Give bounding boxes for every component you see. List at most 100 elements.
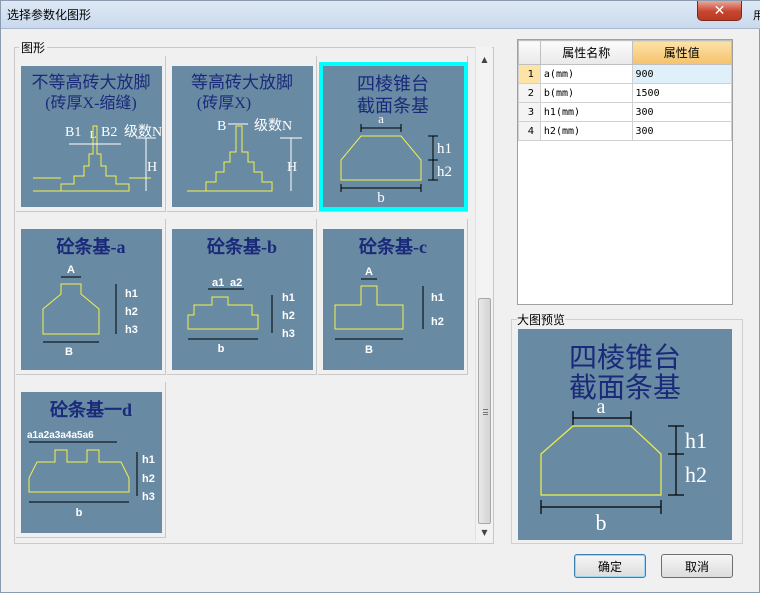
shape-thumb-pyramid-strip[interactable]: 四棱锥台 截面条基 a h1 h2 b	[319, 62, 468, 211]
dim-label: b	[76, 507, 83, 519]
property-row[interactable]: 4 h2(mm) 300	[518, 121, 733, 141]
dim-label: h2	[282, 310, 295, 322]
dim-label: b	[377, 190, 385, 206]
property-value-input[interactable]: 300	[631, 121, 733, 141]
preview-label: 大图预览	[517, 311, 566, 328]
param-shape-dialog: 选择参数化图形 ✕ 用 图形 不等高砖大放脚 (砖厚X-缩缝) B1 L B2 …	[0, 0, 760, 593]
dim-label: h1	[437, 141, 452, 157]
scroll-up-icon[interactable]: ▲	[476, 51, 493, 68]
row-number: 4	[518, 121, 541, 141]
row-number: 2	[518, 83, 541, 103]
property-value-header: 属性值	[631, 40, 733, 65]
dim-label: h2	[125, 306, 138, 318]
property-row[interactable]: 1 a(mm) 900	[518, 64, 733, 84]
shape-title-line: (砖厚X)	[197, 94, 251, 112]
dim-label: h2	[437, 164, 452, 180]
shape-cell-concrete-strip-d[interactable]: 砼条基一d a1a2a3a4a5a6 h1 h2 h3 b	[16, 382, 166, 538]
shape-gallery: 不等高砖大放脚 (砖厚X-缩缝) B1 L B2 级数N H 等高砖大放脚 (砖…	[16, 56, 475, 542]
preview-title-line: 截面条基	[569, 372, 681, 404]
dim-label: h1	[431, 292, 444, 304]
row-number: 1	[518, 64, 541, 84]
shape-cell-pyramid-strip[interactable]: 四棱锥台 截面条基 a h1 h2 b	[318, 56, 468, 212]
shape-title-line: 砼条基-a	[57, 236, 126, 257]
close-button[interactable]: ✕	[697, 1, 742, 21]
window-title: 选择参数化图形	[7, 8, 92, 22]
shape-cell-concrete-strip-a[interactable]: 砼条基-a A h1 h2 h3 B	[16, 219, 166, 375]
shape-cell-concrete-strip-b[interactable]: 砼条基-b a1 a2 h1 h2 h3 b	[167, 219, 317, 375]
dim-label: h3	[282, 328, 295, 340]
property-value-input[interactable]: 900	[631, 64, 733, 84]
ok-button[interactable]: 确定	[574, 554, 646, 578]
shape-cell-brick-footing-equal[interactable]: 等高砖大放脚 (砖厚X) B 级数N H	[167, 56, 317, 212]
property-row[interactable]: 3 h1(mm) 300	[518, 102, 733, 122]
shape-title-line: 砼条基一d	[50, 399, 132, 420]
property-name: h1(mm)	[539, 102, 633, 122]
title-bar[interactable]: 选择参数化图形 ✕	[1, 1, 760, 29]
dim-label: h2	[431, 316, 444, 328]
cancel-button[interactable]: 取消	[661, 554, 733, 578]
dim-label: B2	[101, 125, 117, 140]
large-preview-diagram: 四棱锥台 截面条基 a h1 h2 b	[540, 342, 707, 535]
shape-thumb-concrete-strip-b[interactable]: 砼条基-b a1 a2 h1 h2 h3 b	[172, 229, 313, 370]
scroll-down-icon[interactable]: ▼	[476, 524, 493, 541]
shape-cell-concrete-strip-c[interactable]: 砼条基-c A h1 h2 B	[318, 219, 468, 375]
dim-label: a1a2a3a4a5a6	[27, 430, 94, 441]
shape-title-line: 砼条基-b	[207, 236, 277, 257]
shape-title-line: (砖厚X-缩缝)	[45, 94, 137, 112]
property-name-header: 属性名称	[539, 40, 633, 65]
grip-icon	[483, 409, 488, 415]
shape-title-line: 截面条基	[357, 96, 429, 116]
dim-label: h1	[125, 288, 138, 300]
dim-label: A	[67, 264, 75, 276]
dim-label: H	[147, 160, 157, 175]
close-icon: ✕	[713, 2, 726, 19]
concrete-strip-b-diagram: 砼条基-b a1 a2 h1 h2 h3 b	[187, 236, 295, 355]
dim-label: B	[217, 119, 226, 134]
pyramid-strip-diagram: 四棱锥台 截面条基 a h1 h2 b	[340, 74, 452, 206]
shape-thumb-brick-footing-equal[interactable]: 等高砖大放脚 (砖厚X) B 级数N H	[172, 66, 313, 207]
property-value-input[interactable]: 1500	[631, 83, 733, 103]
brick-footing-unequal-diagram: 不等高砖大放脚 (砖厚X-缩缝) B1 L B2 级数N H	[32, 73, 162, 192]
preview-dim-label: b	[596, 510, 607, 535]
large-preview: 四棱锥台 截面条基 a h1 h2 b	[518, 329, 732, 540]
shape-thumb-concrete-strip-c[interactable]: 砼条基-c A h1 h2 B	[323, 229, 464, 370]
property-grid-header: 属性名称 属性值	[518, 40, 733, 65]
shape-title-line: 四棱锥台	[357, 74, 429, 94]
dim-label: h3	[125, 324, 138, 336]
property-grid[interactable]: 属性名称 属性值 1 a(mm) 900 2 b(mm) 1500 3 h1(m…	[517, 39, 733, 305]
concrete-strip-d-diagram: 砼条基一d a1a2a3a4a5a6 h1 h2 h3 b	[27, 399, 155, 519]
shape-thumb-concrete-strip-a[interactable]: 砼条基-a A h1 h2 h3 B	[21, 229, 162, 370]
brick-footing-equal-diagram: 等高砖大放脚 (砖厚X) B 级数N H	[187, 73, 302, 192]
dim-label: b	[218, 343, 225, 355]
property-name: b(mm)	[539, 83, 633, 103]
scrollbar-thumb[interactable]	[478, 298, 491, 524]
property-row[interactable]: 2 b(mm) 1500	[518, 83, 733, 103]
preview-title-line: 四棱锥台	[569, 342, 681, 374]
row-number: 3	[518, 102, 541, 122]
property-name: h2(mm)	[539, 121, 633, 141]
concrete-strip-a-diagram: 砼条基-a A h1 h2 h3 B	[42, 236, 138, 358]
dim-label: h2	[142, 473, 155, 485]
dim-label: B	[365, 344, 373, 356]
shape-cell-brick-footing-unequal[interactable]: 不等高砖大放脚 (砖厚X-缩缝) B1 L B2 级数N H	[16, 56, 166, 212]
dim-label: L	[90, 129, 97, 141]
dim-label: 级数N	[254, 118, 292, 134]
dim-label: B	[65, 346, 73, 358]
shape-thumb-concrete-strip-d[interactable]: 砼条基一d a1a2a3a4a5a6 h1 h2 h3 b	[21, 392, 162, 533]
gallery-scrollbar[interactable]: ▲ ▼	[475, 47, 492, 541]
preview-dim-label: h2	[685, 462, 707, 487]
shape-thumb-brick-footing-unequal[interactable]: 不等高砖大放脚 (砖厚X-缩缝) B1 L B2 级数N H	[21, 66, 162, 207]
dim-label: 级数N	[124, 124, 162, 140]
property-name: a(mm)	[539, 64, 633, 84]
property-value-input[interactable]: 300	[631, 102, 733, 122]
dim-label: H	[287, 160, 297, 175]
dim-label: A	[365, 266, 373, 278]
shape-title-line: 砼条基-c	[359, 236, 427, 257]
preview-dim-label: h1	[685, 428, 707, 453]
dim-label: a1	[212, 277, 224, 289]
dim-label: h1	[142, 454, 155, 466]
preview-dim-label: a	[597, 396, 606, 418]
shape-title-line: 不等高砖大放脚	[32, 73, 151, 92]
shape-title-line: 等高砖大放脚	[191, 73, 293, 92]
dim-label: a	[378, 111, 384, 126]
